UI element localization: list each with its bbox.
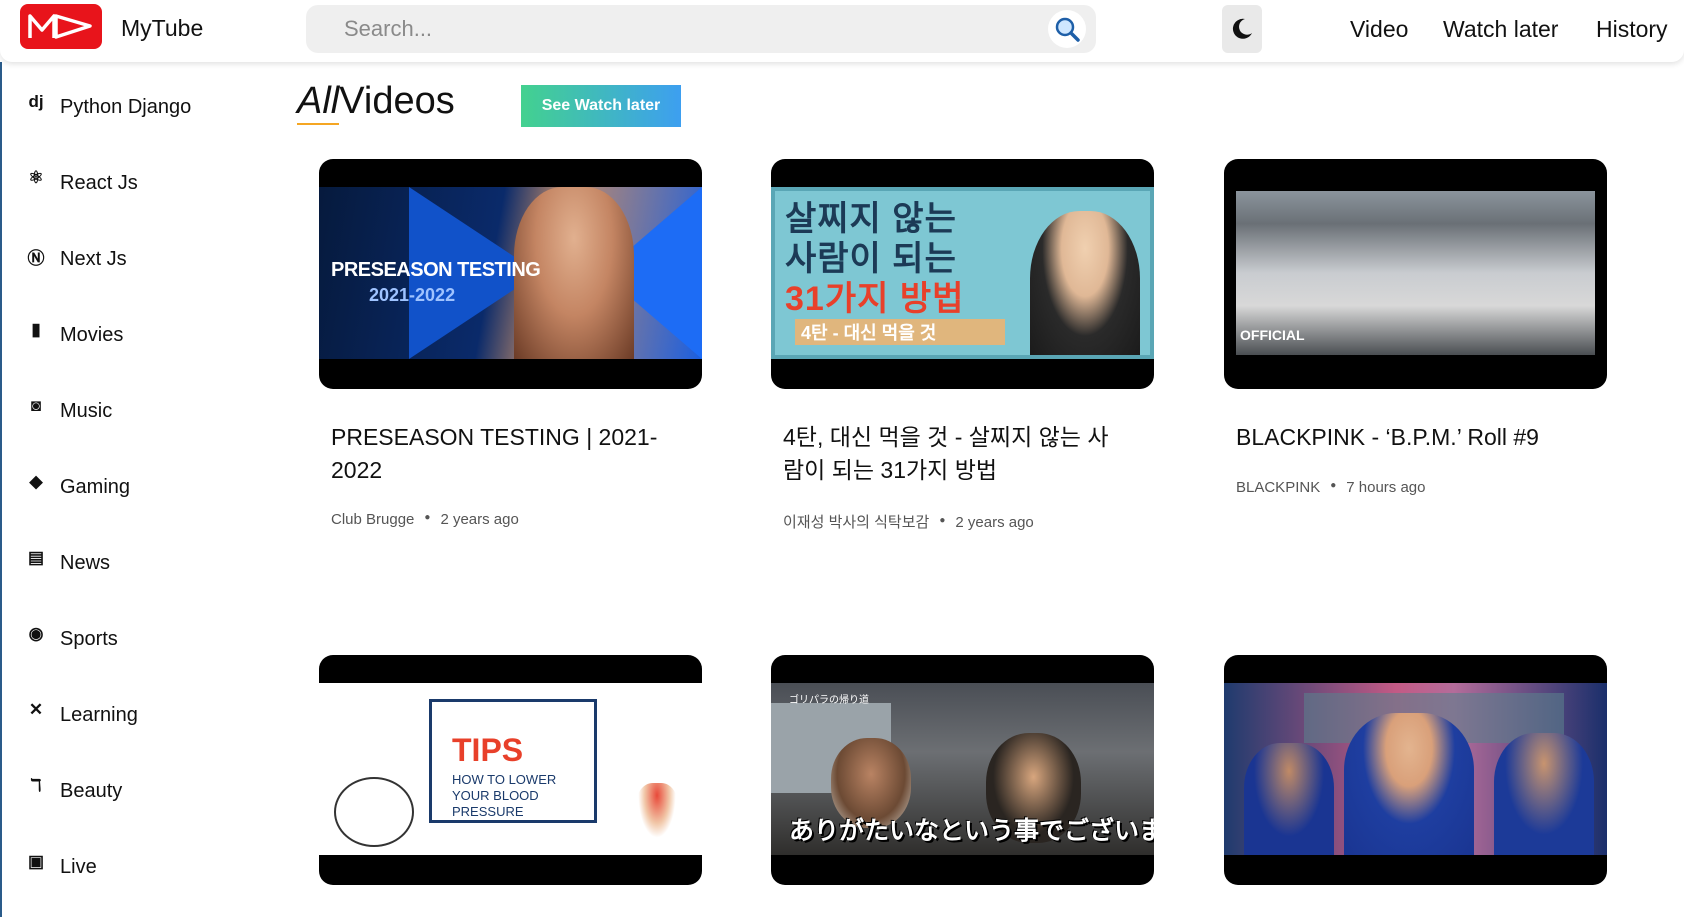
channel-name[interactable]: BLACKPINK bbox=[1236, 479, 1320, 496]
page-title-emphasis: All bbox=[297, 80, 340, 125]
sidebar-item-news[interactable]: ▤ News bbox=[24, 548, 110, 578]
upload-age: 7 hours ago bbox=[1346, 479, 1426, 496]
thumbnail-image: PRESEASON TESTING 2021-2022 bbox=[319, 187, 702, 359]
dark-mode-toggle[interactable] bbox=[1222, 5, 1262, 53]
django-icon: dj bbox=[28, 92, 44, 111]
nav-watch-later-link[interactable]: Watch later bbox=[1443, 16, 1558, 43]
thumbnail-image: OFFICIAL bbox=[1224, 187, 1607, 359]
sidebar-item-label: Python Django bbox=[60, 95, 192, 118]
top-navbar: MyTube Video Watch later History bbox=[0, 0, 1684, 62]
sidebar-item-label: Gaming bbox=[60, 475, 131, 498]
gamepad-icon: ◆ bbox=[29, 472, 43, 491]
hair-dryer-icon: ℸ bbox=[30, 776, 42, 795]
thumbnail-image: TIPS HOW TO LOWER YOUR BLOOD PRESSURE bbox=[319, 683, 702, 855]
video-thumbnail[interactable]: TIPS HOW TO LOWER YOUR BLOOD PRESSURE bbox=[319, 655, 702, 885]
video-thumbnail[interactable]: OFFICIAL bbox=[1224, 159, 1607, 389]
thumbnail-image: 살찌지 않는 사람이 되는 31가지 방법 4탄 - 대신 먹을 것 bbox=[771, 187, 1154, 359]
sidebar-item-gaming[interactable]: ◆ Gaming bbox=[24, 472, 130, 502]
sidebar-item-label: Music bbox=[60, 399, 113, 422]
sidebar-item-label: Learning bbox=[60, 703, 138, 726]
thumbnail-image: ゴリパラの帰り道 ありがたいなという事でございます bbox=[771, 683, 1154, 855]
video-title[interactable]: 4탄, 대신 먹을 것 - 살찌지 않는 사람이 되는 31가지 방법 bbox=[783, 421, 1123, 487]
sidebar-item-label: Movies bbox=[60, 323, 124, 346]
nav-history-link[interactable]: History bbox=[1596, 16, 1668, 43]
search-bar bbox=[306, 5, 1096, 53]
sidebar-item-learning[interactable]: ✕ Learning bbox=[24, 700, 138, 730]
search-input[interactable] bbox=[344, 15, 1024, 43]
react-icon: ⚛ bbox=[28, 168, 44, 187]
newspaper-icon: ▤ bbox=[27, 548, 45, 567]
channel-name[interactable]: Club Brugge bbox=[331, 511, 414, 528]
video-meta: 이재성 박사의 식탁보감 ● 2 years ago bbox=[783, 514, 1034, 531]
sidebar-item-movies[interactable]: ▮ Movies bbox=[24, 320, 123, 350]
sidebar-item-sports[interactable]: ◉ Sports bbox=[24, 624, 118, 654]
page-title-text: Videos bbox=[339, 80, 455, 122]
sidebar-item-label: React Js bbox=[60, 171, 138, 194]
nav-video-link[interactable]: Video bbox=[1350, 16, 1408, 43]
play-logo-icon bbox=[28, 14, 92, 39]
sidebar-item-label: Next Js bbox=[60, 247, 127, 270]
see-watch-later-button[interactable]: See Watch later bbox=[521, 85, 681, 127]
brand-name[interactable]: MyTube bbox=[121, 15, 203, 42]
nextjs-icon: Ⓝ bbox=[27, 249, 45, 268]
mytube-logo[interactable] bbox=[20, 4, 102, 49]
page-title: AllVideos bbox=[297, 80, 455, 125]
sidebar-item-react-js[interactable]: ⚛ React Js bbox=[24, 168, 138, 198]
thumbnail-image bbox=[1224, 683, 1607, 855]
video-meta: BLACKPINK ● 7 hours ago bbox=[1236, 479, 1426, 496]
music-icon: ◙ bbox=[30, 396, 42, 415]
video-title[interactable]: PRESEASON TESTING | 2021-2022 bbox=[331, 421, 671, 487]
video-thumbnail[interactable]: PRESEASON TESTING 2021-2022 bbox=[319, 159, 702, 389]
sidebar-item-live[interactable]: ▣ Live bbox=[24, 852, 97, 882]
sidebar-item-label: Live bbox=[60, 855, 97, 878]
tools-icon: ✕ bbox=[28, 700, 44, 719]
video-title[interactable]: BLACKPINK - ‘B.P.M.’ Roll #9 bbox=[1236, 421, 1576, 454]
channel-name[interactable]: 이재성 박사의 식탁보감 bbox=[783, 514, 929, 531]
sidebar: dj Python Django ⚛ React Js Ⓝ Next Js ▮ … bbox=[0, 62, 260, 917]
video-thumbnail[interactable]: ゴリパラの帰り道 ありがたいなという事でございます bbox=[771, 655, 1154, 885]
sidebar-item-label: Sports bbox=[60, 627, 118, 650]
tv-icon: ▣ bbox=[27, 852, 45, 871]
search-icon bbox=[1055, 17, 1080, 42]
film-icon: ▮ bbox=[31, 320, 41, 339]
upload-age: 2 years ago bbox=[955, 514, 1034, 531]
broadcast-icon: ◉ bbox=[28, 624, 44, 643]
upload-age: 2 years ago bbox=[440, 511, 519, 528]
search-button[interactable] bbox=[1048, 10, 1086, 48]
sidebar-item-next-js[interactable]: Ⓝ Next Js bbox=[24, 244, 127, 274]
sidebar-item-label: News bbox=[60, 551, 111, 574]
video-meta: Club Brugge ● 2 years ago bbox=[331, 511, 519, 528]
sidebar-item-beauty[interactable]: ℸ Beauty bbox=[24, 776, 123, 806]
sidebar-item-python-django[interactable]: dj Python Django bbox=[24, 92, 191, 122]
sidebar-item-music[interactable]: ◙ Music bbox=[24, 396, 112, 426]
sidebar-item-label: Beauty bbox=[60, 779, 123, 802]
video-thumbnail[interactable]: 살찌지 않는 사람이 되는 31가지 방법 4탄 - 대신 먹을 것 bbox=[771, 159, 1154, 389]
moon-icon bbox=[1232, 18, 1252, 39]
video-thumbnail[interactable] bbox=[1224, 655, 1607, 885]
